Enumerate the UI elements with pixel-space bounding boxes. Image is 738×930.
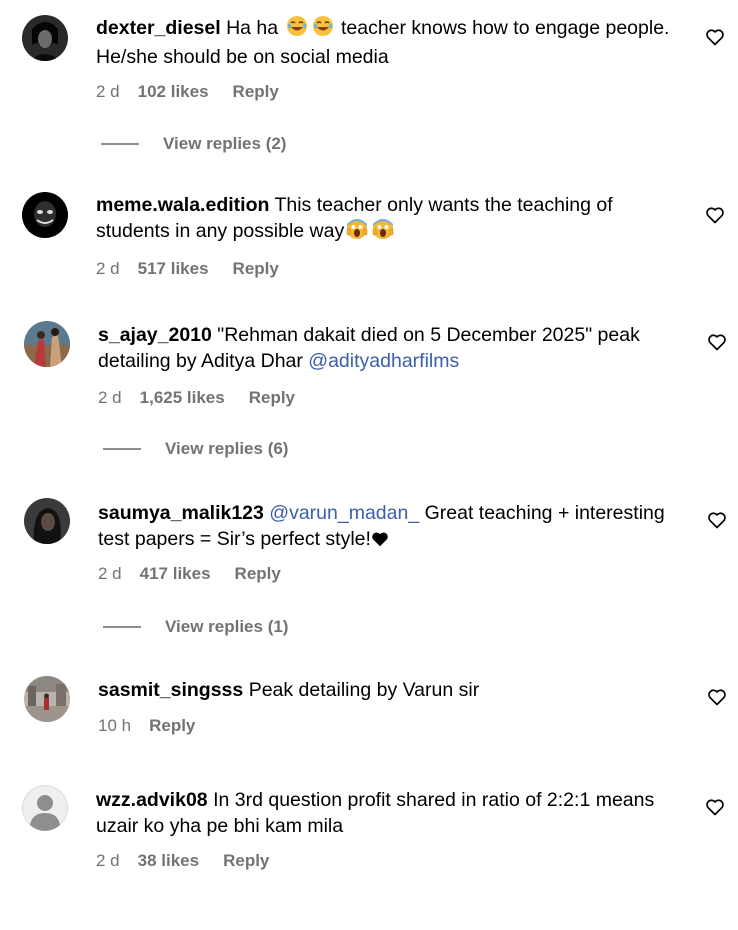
comment-time[interactable]: 10 h [98,716,131,736]
heart-outline-icon[interactable] [705,27,725,47]
divider [101,143,139,145]
comment-body: dexter_diesel Ha ha teacher knows how to… [96,15,686,70]
comment-text: Peak detailing by Varun sir [248,679,480,701]
avatar[interactable] [22,192,68,238]
comment-likes[interactable]: 102 likes [138,82,209,102]
mention-link[interactable]: @adityadharfilms [308,350,459,372]
comment-username[interactable]: wzz.advik08 [96,789,208,811]
heart-outline-icon[interactable] [707,332,727,352]
comment-username[interactable]: s_ajay_2010 [98,324,212,346]
screaming-emoji [346,218,368,247]
avatar[interactable] [24,676,70,722]
reply-button[interactable]: Reply [149,716,195,736]
comment-body: sasmit_singsss Peak detailing by Varun s… [98,677,688,703]
comment-body: meme.wala.edition This teacher only want… [96,192,686,247]
avatar[interactable] [24,498,70,544]
view-replies-button[interactable]: View replies (6) [103,439,288,459]
comment-body: saumya_malik123 @varun_madan_ Great teac… [98,500,688,554]
comment-username[interactable]: saumya_malik123 [98,502,264,524]
mention-link[interactable]: @varun_madan_ [269,502,419,524]
heart-outline-icon[interactable] [707,687,727,707]
comment-meta: 2 d 1,625 likes Reply [98,388,295,408]
reply-button[interactable]: Reply [223,851,269,871]
view-replies-label: View replies (2) [163,134,287,153]
screaming-emoji [372,218,394,247]
view-replies-button[interactable]: View replies (2) [101,134,286,154]
avatar[interactable] [22,785,68,831]
comment-time[interactable]: 2 d [96,82,120,102]
avatar[interactable] [24,321,70,367]
view-replies-label: View replies (6) [165,439,289,458]
comment-meta: 10 h Reply [98,716,195,736]
comment-text: Ha ha [226,17,279,39]
comment-meta: 2 d 417 likes Reply [98,564,281,584]
comment-likes[interactable]: 417 likes [140,564,211,584]
reply-button[interactable]: Reply [233,259,279,279]
comment-body: s_ajay_2010 "Rehman dakait died on 5 Dec… [98,322,688,374]
view-replies-button[interactable]: View replies (1) [103,617,288,637]
heart-outline-icon[interactable] [705,205,725,225]
comment-time[interactable]: 2 d [98,388,122,408]
comment-username[interactable]: sasmit_singsss [98,679,243,701]
view-replies-label: View replies (1) [165,617,289,636]
black-heart-emoji [371,528,389,554]
comment-time[interactable]: 2 d [96,259,120,279]
reply-button[interactable]: Reply [249,388,295,408]
comment-likes[interactable]: 517 likes [138,259,209,279]
comment-username[interactable]: meme.wala.edition [96,194,269,216]
comment-time[interactable]: 2 d [96,851,120,871]
comment-likes[interactable]: 1,625 likes [140,388,225,408]
comment-meta: 2 d 517 likes Reply [96,259,279,279]
comment-meta: 2 d 38 likes Reply [96,851,269,871]
divider [103,626,141,628]
comment-body: wzz.advik08 In 3rd question profit share… [96,787,686,839]
laughing-emoji [286,15,308,44]
heart-outline-icon[interactable] [705,797,725,817]
comment-likes[interactable]: 38 likes [138,851,199,871]
avatar[interactable] [22,15,68,61]
reply-button[interactable]: Reply [235,564,281,584]
laughing-emoji [312,15,334,44]
comment-meta: 2 d 102 likes Reply [96,82,279,102]
divider [103,448,141,450]
reply-button[interactable]: Reply [233,82,279,102]
comment-username[interactable]: dexter_diesel [96,17,221,39]
heart-outline-icon[interactable] [707,510,727,530]
comment-time[interactable]: 2 d [98,564,122,584]
